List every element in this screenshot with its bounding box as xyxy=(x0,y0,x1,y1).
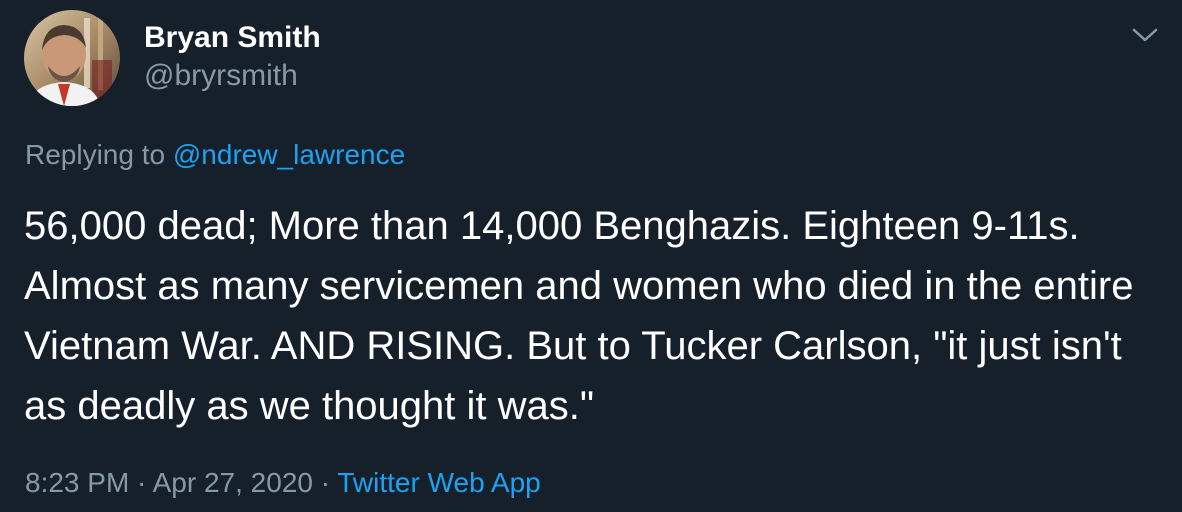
profile-photo xyxy=(24,10,120,106)
reply-prefix: Replying to xyxy=(25,139,173,170)
author-display-name[interactable]: Bryan Smith xyxy=(144,20,321,56)
meta-separator-2: · xyxy=(312,467,338,498)
tweet-source-link[interactable]: Twitter Web App xyxy=(337,467,540,498)
tweet-text: 56,000 dead; More than 14,000 Benghazis.… xyxy=(24,204,1134,428)
reply-mention-link[interactable]: @ndrew_lawrence xyxy=(173,139,405,170)
author-handle[interactable]: @bryrsmith xyxy=(144,58,298,94)
avatar[interactable] xyxy=(24,10,120,106)
tweet-time[interactable]: 8:23 PM xyxy=(25,467,129,498)
reply-context: Replying to @ndrew_lawrence xyxy=(25,137,405,173)
tweet-date[interactable]: Apr 27, 2020 xyxy=(153,467,313,498)
tweet-metadata: 8:23 PM · Apr 27, 2020 · Twitter Web App xyxy=(25,465,541,501)
meta-separator: · xyxy=(129,467,153,498)
chevron-down-icon[interactable] xyxy=(1128,20,1162,50)
